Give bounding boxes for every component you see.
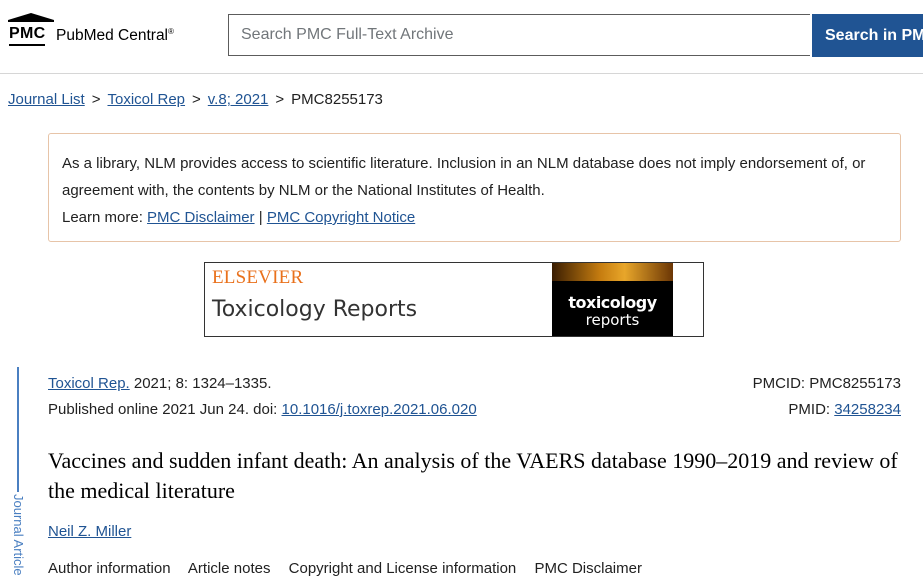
journal-link[interactable]: Toxicol Rep. (48, 375, 130, 392)
copyright-toggle[interactable]: Copyright and License information (289, 560, 517, 577)
doi-link[interactable]: 10.1016/j.toxrep.2021.06.020 (282, 401, 477, 418)
author-information-toggle[interactable]: Author information (48, 560, 171, 577)
breadcrumb-separator: > (192, 91, 201, 108)
logo-pmc-text: PMC (9, 24, 46, 46)
nlm-disclaimer: As a library, NLM provides access to sci… (48, 133, 901, 242)
library-roof-icon (8, 13, 54, 22)
cover-title: toxicology (568, 293, 657, 312)
citation-line: Toxicol Rep. 2021; 8: 1324–1335. (48, 375, 272, 392)
breadcrumb-separator: > (275, 91, 285, 108)
pmid-link[interactable]: 34258234 (834, 401, 901, 418)
search-input[interactable] (228, 14, 810, 56)
pmid-line: PMID: 34258234 (788, 401, 901, 418)
pmc-disclaimer-toggle[interactable]: PMC Disclaimer (534, 560, 642, 577)
breadcrumb-volume[interactable]: v.8; 2021 (208, 91, 269, 108)
article-info-links: Author information Article notes Copyrig… (48, 560, 656, 577)
journal-banner[interactable]: ELSEVIER Toxicology Reports toxicology r… (204, 262, 704, 337)
search-button[interactable]: Search in PMC (812, 14, 923, 57)
breadcrumb-journal[interactable]: Toxicol Rep (107, 91, 185, 108)
side-tab-line (17, 367, 19, 492)
publisher-logo: ELSEVIER (212, 267, 304, 288)
site-header: PMC PubMed Central® Search in PMC (0, 0, 923, 74)
breadcrumb-current: PMC8255173 (291, 91, 383, 108)
logo-name: PubMed Central® (56, 27, 174, 45)
breadcrumb: Journal List > Toxicol Rep > v.8; 2021 > PMC82… (8, 91, 383, 108)
pmc-logo[interactable]: PMC PubMed Central® (8, 13, 198, 49)
article-notes-toggle[interactable]: Article notes (188, 560, 271, 577)
pmc-copyright-link[interactable]: PMC Copyright Notice (267, 209, 415, 226)
side-tab-label[interactable]: Journal Article (11, 494, 26, 576)
citation-info: Toxicol Rep. 2021; 8: 1324–1335. Publish… (48, 371, 477, 423)
disclaimer-learn-more: Learn more: PMC Disclaimer | PMC Copyrig… (62, 209, 416, 226)
journal-cover-image: toxicology reports (552, 263, 673, 336)
journal-name: Toxicology Reports (212, 297, 418, 322)
pmc-disclaimer-link[interactable]: PMC Disclaimer (147, 209, 255, 226)
article-ids: PMCID: PMC8255173 PMID: 34258234 (753, 371, 901, 423)
breadcrumb-journal-list[interactable]: Journal List (8, 91, 85, 108)
article-title: Vaccines and sudden infant death: An ana… (48, 448, 898, 503)
cover-subtitle: reports (585, 311, 640, 329)
pmcid: PMCID: PMC8255173 (752, 375, 901, 392)
cover-stripe (552, 263, 673, 281)
author-link[interactable]: Neil Z. Miller (48, 523, 131, 540)
publication-line: Published online 2021 Jun 24. doi: 10.10… (48, 401, 477, 418)
disclaimer-text: As a library, NLM provides access to sci… (62, 155, 866, 199)
breadcrumb-separator: > (91, 91, 101, 108)
